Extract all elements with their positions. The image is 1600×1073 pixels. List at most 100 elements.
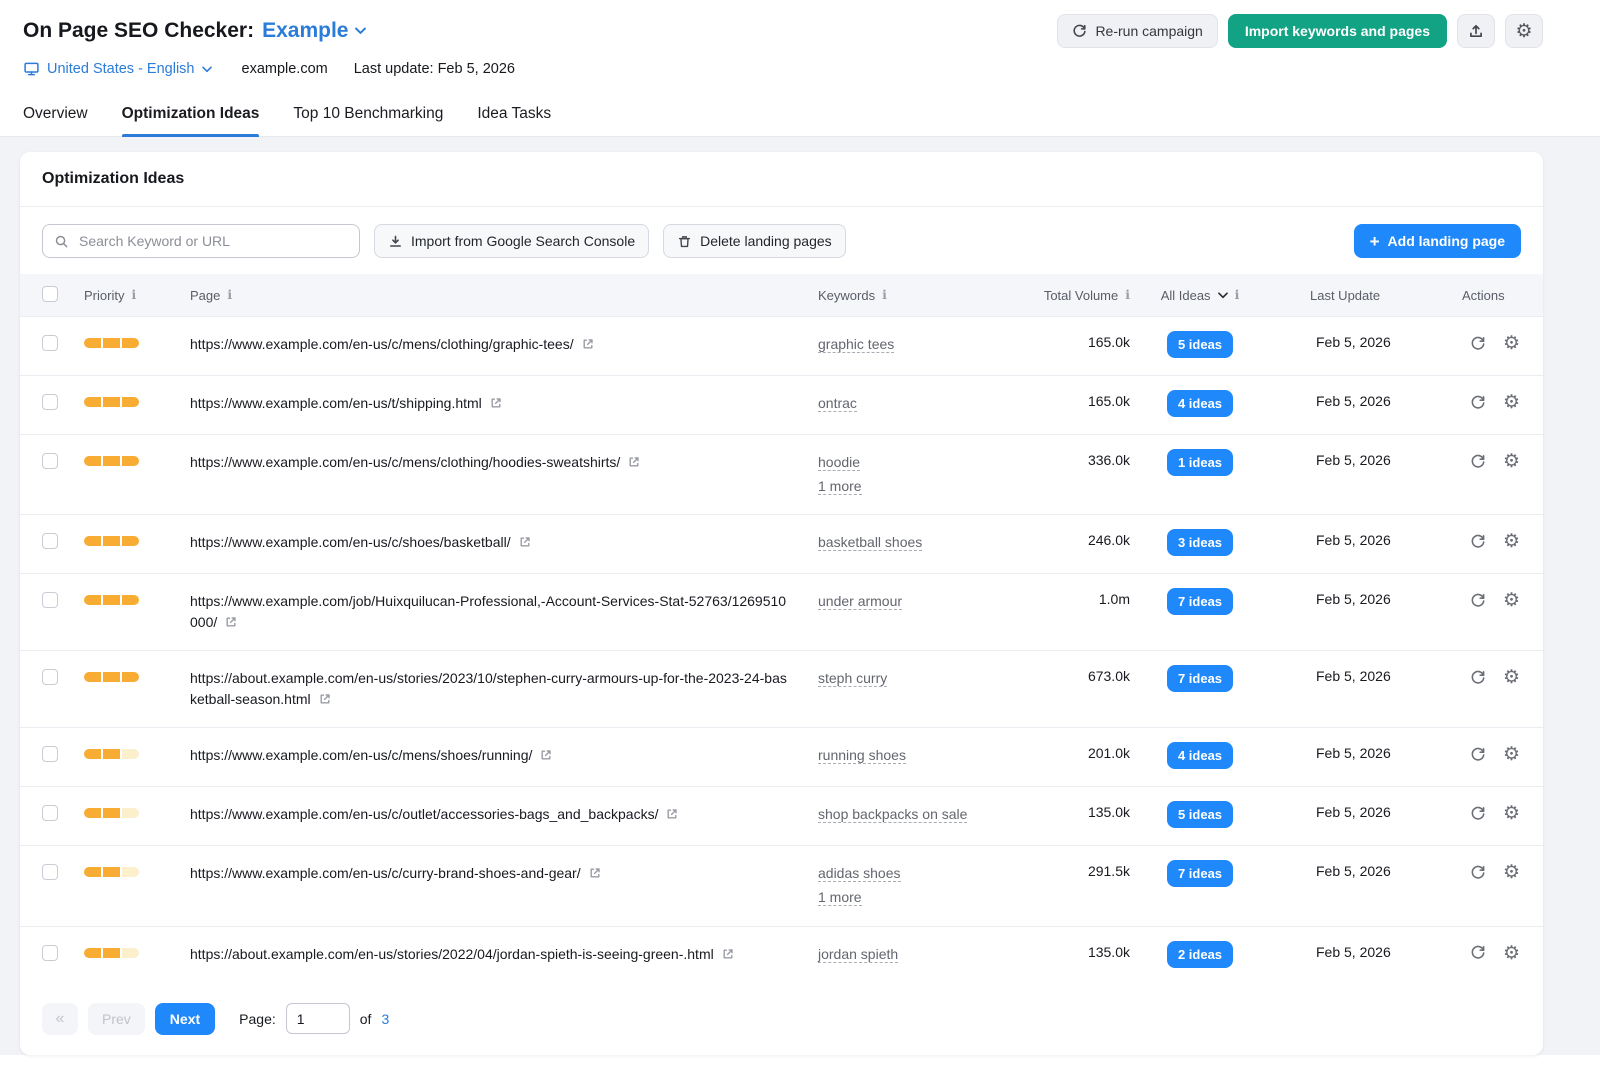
ideas-badge[interactable]: 2 ideas <box>1167 941 1233 968</box>
external-link-icon[interactable] <box>627 455 641 469</box>
row-settings-button[interactable]: ⚙ <box>1503 944 1520 963</box>
keyword-more-link[interactable]: 1 more <box>818 889 862 906</box>
prev-page-button[interactable]: Prev <box>88 1003 145 1035</box>
priority-indicator <box>84 595 190 605</box>
row-settings-button[interactable]: ⚙ <box>1503 334 1520 353</box>
delete-landing-pages-button[interactable]: Delete landing pages <box>663 224 846 258</box>
row-settings-button[interactable]: ⚙ <box>1503 863 1520 882</box>
ideas-badge[interactable]: 7 ideas <box>1167 588 1233 615</box>
last-update-value: Feb 5, 2026 <box>1316 591 1391 607</box>
tab-overview[interactable]: Overview <box>23 97 88 136</box>
table-row: https://www.example.com/en-us/c/shoes/ba… <box>20 515 1543 574</box>
row-settings-button[interactable]: ⚙ <box>1503 591 1520 610</box>
refresh-row-button[interactable] <box>1470 593 1486 609</box>
import-keywords-button[interactable]: Import keywords and pages <box>1228 14 1447 48</box>
keyword-link[interactable]: ontrac <box>818 395 857 412</box>
row-settings-button[interactable]: ⚙ <box>1503 745 1520 764</box>
ideas-badge[interactable]: 5 ideas <box>1167 331 1233 358</box>
priority-indicator <box>84 338 190 348</box>
keyword-link[interactable]: jordan spieth <box>818 946 898 963</box>
refresh-row-button[interactable] <box>1470 395 1486 411</box>
tab-top10-benchmarking[interactable]: Top 10 Benchmarking <box>293 97 443 136</box>
row-checkbox[interactable] <box>42 945 58 961</box>
select-all-checkbox[interactable] <box>42 286 58 302</box>
chevron-down-icon[interactable] <box>1218 292 1228 299</box>
total-volume-value: 673.0k <box>1088 668 1130 684</box>
keyword-link[interactable]: under armour <box>818 593 902 610</box>
priority-header: Priority <box>84 288 124 303</box>
first-page-button[interactable]: « <box>42 1003 78 1035</box>
ideas-badge[interactable]: 7 ideas <box>1167 860 1233 887</box>
next-page-button[interactable]: Next <box>155 1003 215 1035</box>
page-number-input[interactable] <box>286 1003 350 1034</box>
last-update-value: Feb 5, 2026 <box>1316 452 1391 468</box>
external-link-icon[interactable] <box>224 615 238 629</box>
keywords-info-icon[interactable]: i <box>882 289 887 302</box>
ideas-badge[interactable]: 7 ideas <box>1167 665 1233 692</box>
row-checkbox[interactable] <box>42 864 58 880</box>
ideas-badge[interactable]: 5 ideas <box>1167 801 1233 828</box>
keyword-link[interactable]: running shoes <box>818 747 906 764</box>
row-settings-button[interactable]: ⚙ <box>1503 452 1520 471</box>
refresh-row-button[interactable] <box>1470 945 1486 961</box>
keyword-link[interactable]: steph curry <box>818 670 887 687</box>
refresh-row-button[interactable] <box>1470 670 1486 686</box>
row-checkbox[interactable] <box>42 394 58 410</box>
refresh-row-button[interactable] <box>1470 806 1486 822</box>
import-gsc-button[interactable]: Import from Google Search Console <box>374 224 649 258</box>
refresh-row-button[interactable] <box>1470 747 1486 763</box>
refresh-row-button[interactable] <box>1470 454 1486 470</box>
tab-optimization-ideas[interactable]: Optimization Ideas <box>122 97 260 136</box>
row-settings-button[interactable]: ⚙ <box>1503 393 1520 412</box>
row-checkbox[interactable] <box>42 592 58 608</box>
tab-idea-tasks[interactable]: Idea Tasks <box>477 97 551 136</box>
row-checkbox[interactable] <box>42 533 58 549</box>
row-checkbox[interactable] <box>42 669 58 685</box>
external-link-icon[interactable] <box>318 692 332 706</box>
last-update-value: Feb 5, 2026 <box>1316 745 1391 761</box>
external-link-icon[interactable] <box>721 947 735 961</box>
total-volume-info-icon[interactable]: i <box>1125 289 1130 302</box>
ideas-filter-dropdown[interactable]: All Ideas <box>1161 288 1211 303</box>
row-checkbox[interactable] <box>42 746 58 762</box>
keyword-link[interactable]: basketball shoes <box>818 534 922 551</box>
priority-info-icon[interactable]: i <box>131 289 136 302</box>
keyword-link[interactable]: graphic tees <box>818 336 894 353</box>
refresh-row-button[interactable] <box>1470 865 1486 881</box>
refresh-row-button[interactable] <box>1470 534 1486 550</box>
page-info-icon[interactable]: i <box>227 289 232 302</box>
row-settings-button[interactable]: ⚙ <box>1503 804 1520 823</box>
keyword-link[interactable]: hoodie <box>818 454 860 471</box>
row-checkbox[interactable] <box>42 805 58 821</box>
ideas-badge[interactable]: 4 ideas <box>1167 742 1233 769</box>
add-landing-page-button[interactable]: + Add landing page <box>1354 224 1521 258</box>
external-link-icon[interactable] <box>489 396 503 410</box>
search-input[interactable] <box>77 232 348 250</box>
external-link-icon[interactable] <box>588 866 602 880</box>
row-checkbox[interactable] <box>42 335 58 351</box>
export-button[interactable] <box>1457 14 1495 48</box>
row-settings-button[interactable]: ⚙ <box>1503 668 1520 687</box>
settings-button[interactable]: ⚙ <box>1505 14 1543 48</box>
refresh-row-button[interactable] <box>1470 336 1486 352</box>
total-pages-link[interactable]: 3 <box>381 1011 389 1027</box>
keyword-link[interactable]: adidas shoes <box>818 865 901 882</box>
row-checkbox[interactable] <box>42 453 58 469</box>
ideas-badge[interactable]: 3 ideas <box>1167 529 1233 556</box>
ideas-badge[interactable]: 4 ideas <box>1167 390 1233 417</box>
external-link-icon[interactable] <box>665 807 679 821</box>
rerun-campaign-button[interactable]: Re-run campaign <box>1057 14 1217 48</box>
location-dropdown[interactable]: United States - English <box>23 61 212 77</box>
row-settings-button[interactable]: ⚙ <box>1503 532 1520 551</box>
location-label: United States - English <box>47 61 195 77</box>
table-row: https://about.example.com/en-us/stories/… <box>20 926 1543 985</box>
ideas-badge[interactable]: 1 ideas <box>1167 449 1233 476</box>
campaign-dropdown[interactable]: Example <box>262 19 366 43</box>
external-link-icon[interactable] <box>518 535 532 549</box>
keyword-link[interactable]: shop backpacks on sale <box>818 806 967 823</box>
external-link-icon[interactable] <box>581 337 595 351</box>
external-link-icon[interactable] <box>539 748 553 762</box>
keyword-more-link[interactable]: 1 more <box>818 478 862 495</box>
download-icon <box>388 234 403 249</box>
ideas-info-icon[interactable]: i <box>1235 289 1240 302</box>
